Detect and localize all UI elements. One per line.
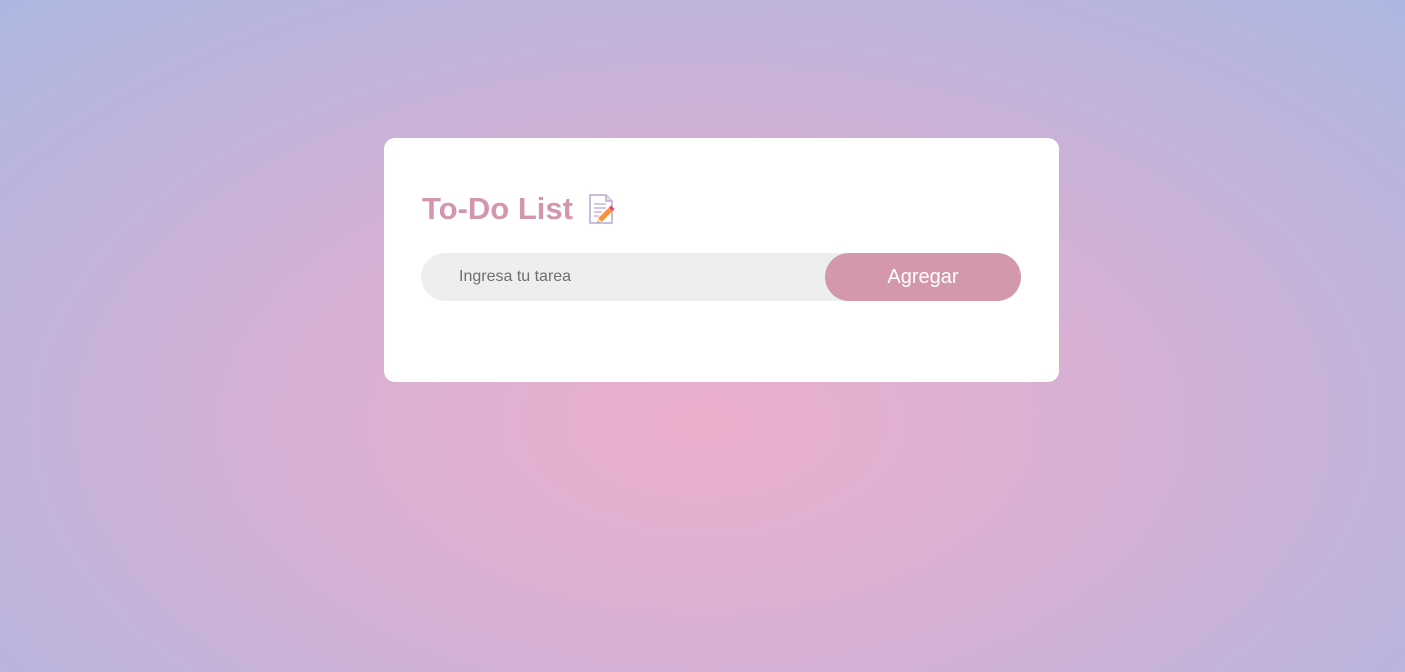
app-title: To-Do List: [422, 191, 573, 226]
add-task-button[interactable]: Agregar: [825, 253, 1021, 301]
task-input[interactable]: [421, 252, 825, 302]
task-input-row: Agregar: [421, 252, 1021, 302]
title-row: To-Do List: [422, 191, 617, 227]
memo-icon: [587, 193, 617, 225]
todo-card: To-Do List Agregar: [384, 138, 1059, 382]
